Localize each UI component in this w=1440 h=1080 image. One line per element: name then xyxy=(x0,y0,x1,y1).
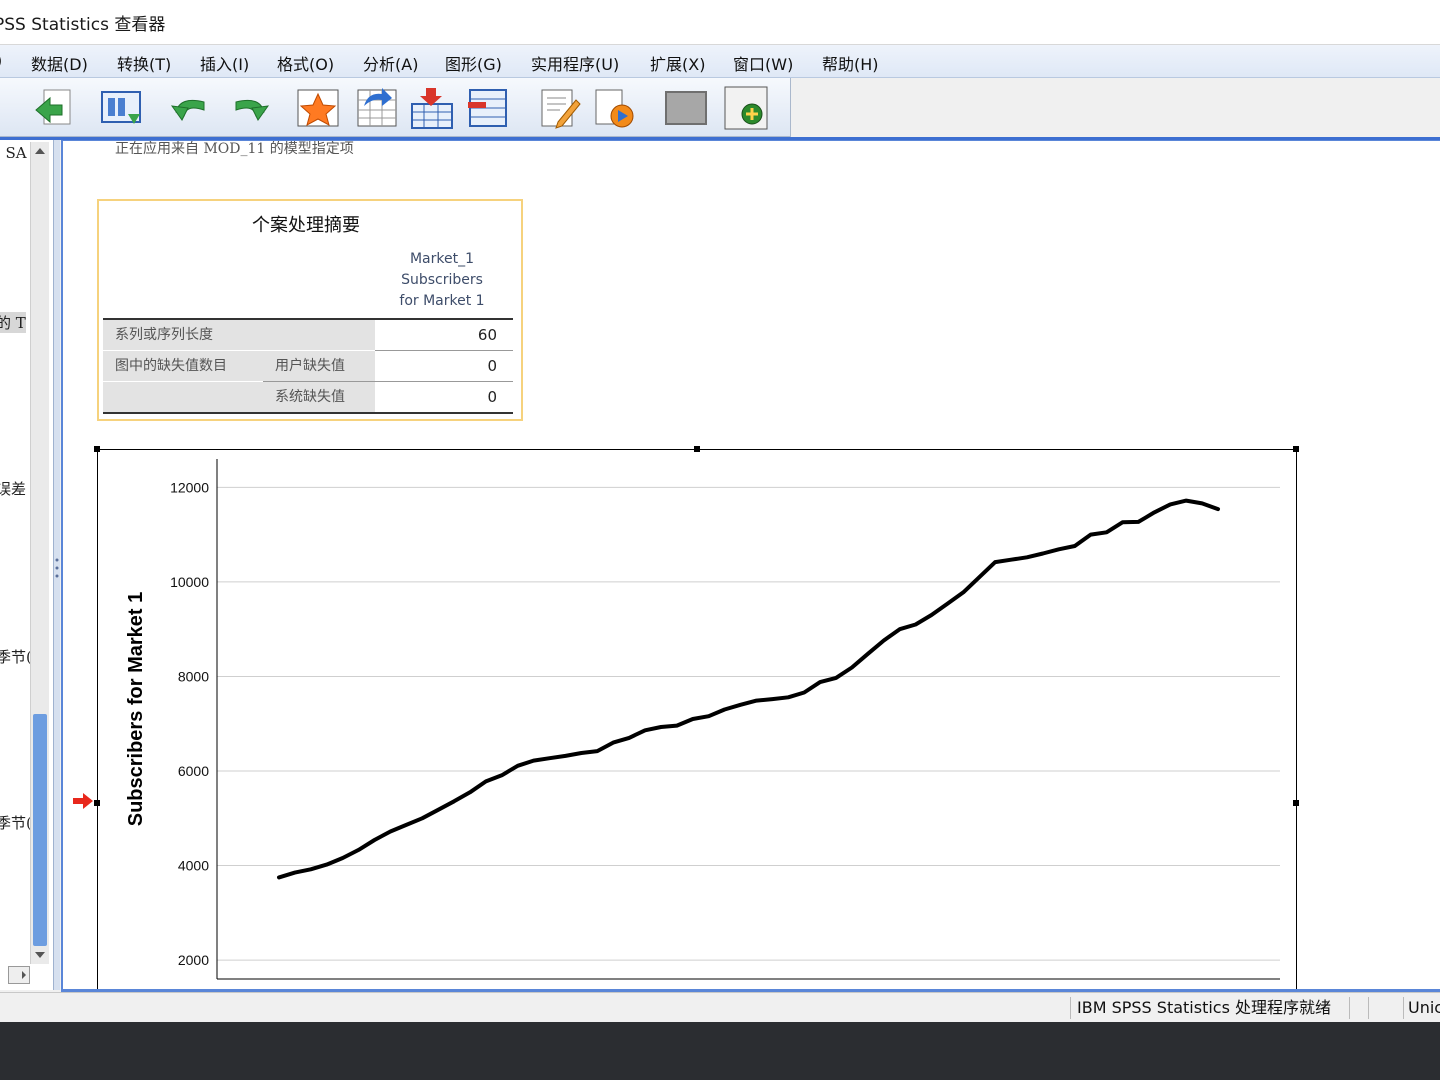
resize-handle[interactable] xyxy=(694,446,700,452)
toolbar xyxy=(0,78,791,137)
case-summary-table[interactable]: 个案处理摘要 Market_1 Subscribers for Market 1… xyxy=(97,199,523,421)
row-value: 0 xyxy=(487,357,497,375)
y-axis-label: Subscribers for Market 1 xyxy=(125,592,147,827)
outline-item[interactable]: , SA xyxy=(0,144,27,162)
window-title: PSS Statistics 查看器 xyxy=(0,15,166,35)
y-tick-label: 4000 xyxy=(178,858,209,874)
resize-handle[interactable] xyxy=(94,446,100,452)
column-header: Market_1 Subscribers for Market 1 xyxy=(389,249,495,312)
row-label xyxy=(103,382,263,412)
column-header-line: for Market 1 xyxy=(399,293,485,309)
menu-item[interactable]: 窗口(W) xyxy=(733,51,793,75)
resize-handle[interactable] xyxy=(94,800,100,806)
model-note: 正在应用来自 MOD_11 的模型指定项 xyxy=(115,141,354,157)
row-sublabel: 系统缺失值 xyxy=(263,382,375,412)
y-tick-label: 12000 xyxy=(170,479,209,495)
designate-window-icon[interactable] xyxy=(664,86,708,130)
edit-output-icon[interactable] xyxy=(538,86,582,130)
column-header-line: Subscribers xyxy=(401,272,483,288)
resize-handle[interactable] xyxy=(1293,800,1299,806)
menu-item[interactable]: 格式(O) xyxy=(277,51,334,75)
menu-item[interactable]: 分析(A) xyxy=(363,51,418,75)
menu-item[interactable]: ) xyxy=(0,51,2,70)
redo-icon[interactable] xyxy=(228,86,272,130)
goto-output-icon[interactable] xyxy=(296,86,340,130)
chart-border xyxy=(97,449,1297,989)
data-view-icon[interactable] xyxy=(100,86,144,130)
row-label: 图中的缺失值数目 xyxy=(103,351,263,381)
goto-case-icon[interactable] xyxy=(354,86,398,130)
row-value: 0 xyxy=(487,388,497,406)
outline-item[interactable]: 的 T xyxy=(0,312,26,333)
status-bar: IBM SPSS Statistics 处理程序就绪 Unic xyxy=(0,992,1440,1022)
menu-item[interactable]: 图形(G) xyxy=(445,51,502,75)
menu-bar: ) 数据(D) 转换(T) 插入(I) 格式(O) 分析(A) 图形(G) 实用程序(U) 扩展… xyxy=(0,45,1440,78)
menu-item[interactable]: 数据(D) xyxy=(31,51,88,75)
table-footer-rule xyxy=(103,412,513,414)
outline-item[interactable]: 季节( xyxy=(0,646,32,667)
status-divider xyxy=(1368,997,1369,1019)
add-extension-icon[interactable] xyxy=(724,86,768,130)
pane-splitter[interactable] xyxy=(54,140,60,990)
resize-handle[interactable] xyxy=(1293,446,1299,452)
y-tick-label: 8000 xyxy=(178,668,209,684)
chart-frame[interactable]: 2000 4000 6000 8000 10000 12000 Subscribers fo… xyxy=(94,446,1299,992)
title-bar: PSS Statistics 查看器 xyxy=(0,0,1440,45)
menu-item[interactable]: 扩展(X) xyxy=(650,51,705,75)
table-row: 图中的缺失值数目 用户缺失值 0 xyxy=(103,351,513,381)
output-content-pane[interactable]: 正在应用来自 MOD_11 的模型指定项 个案处理摘要 Market_1 Sub… xyxy=(61,140,1440,992)
row-label: 系列或序列长度 xyxy=(103,320,375,350)
outline-item[interactable]: 误差 xyxy=(0,478,26,499)
column-header-line: Market_1 xyxy=(409,251,475,267)
table-row: 系列或序列长度 60 xyxy=(103,320,513,350)
menu-item[interactable]: 插入(I) xyxy=(200,51,249,75)
scroll-down-icon[interactable] xyxy=(33,948,47,962)
current-item-arrow-icon xyxy=(73,793,93,809)
export-icon[interactable] xyxy=(30,86,74,130)
insert-case-icon[interactable] xyxy=(410,86,454,130)
variables-icon[interactable] xyxy=(466,86,510,130)
y-tick-label: 2000 xyxy=(178,952,209,968)
scroll-thumb[interactable] xyxy=(33,714,47,946)
splitter-grip-icon xyxy=(55,558,59,578)
outline-item[interactable]: 季节( xyxy=(0,812,32,833)
undo-icon[interactable] xyxy=(168,86,212,130)
table-title: 个案处理摘要 xyxy=(252,215,360,236)
row-value: 60 xyxy=(477,326,497,344)
line-chart[interactable]: 2000 4000 6000 8000 10000 12000 Subscribers fo… xyxy=(97,449,1297,992)
scroll-left-right-icon[interactable] xyxy=(8,966,30,984)
status-encoding: Unic xyxy=(1403,997,1440,1019)
y-tick-label: 6000 xyxy=(178,763,209,779)
status-message: IBM SPSS Statistics 处理程序就绪 xyxy=(1070,997,1350,1019)
outline-scrollbar[interactable] xyxy=(30,142,49,964)
spss-viewer-window: PSS Statistics 查看器 ) 数据(D) 转换(T) 插入(I) 格式(O)… xyxy=(0,0,1440,1022)
scroll-up-icon[interactable] xyxy=(33,144,47,158)
menu-item[interactable]: 实用程序(U) xyxy=(531,51,619,75)
y-tick-label: 10000 xyxy=(170,574,209,590)
table-row: 系统缺失值 0 xyxy=(103,382,513,412)
run-script-icon[interactable] xyxy=(592,86,636,130)
menu-item[interactable]: 帮助(H) xyxy=(822,51,879,75)
row-sublabel: 用户缺失值 xyxy=(263,351,375,381)
menu-item[interactable]: 转换(T) xyxy=(117,51,171,75)
